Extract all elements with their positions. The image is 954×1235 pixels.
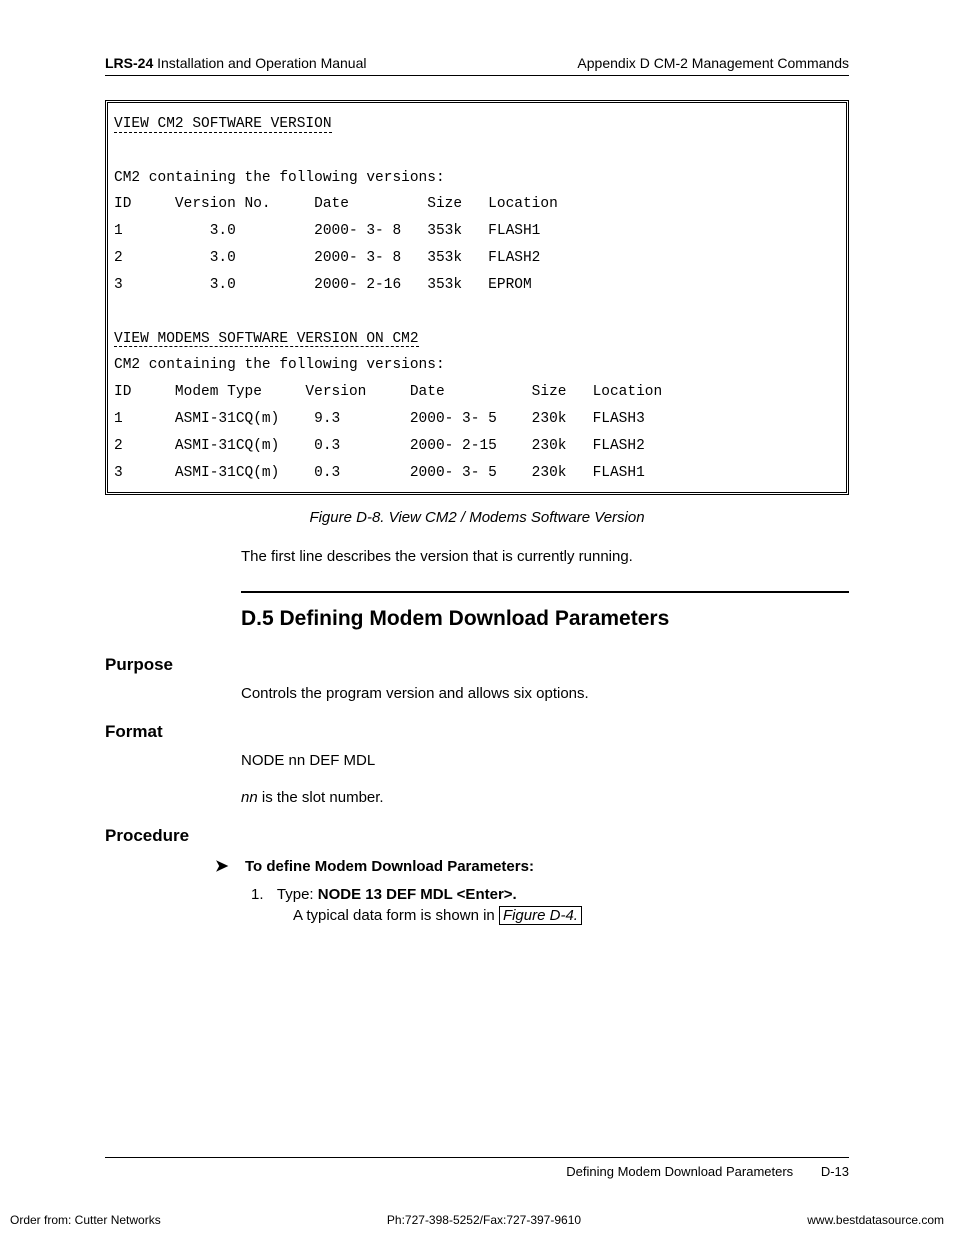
format-command: NODE nn DEF MDL: [241, 752, 849, 769]
vendor-center: Ph:727-398-5252/Fax:727-397-9610: [387, 1213, 581, 1227]
footer-page-number: D-13: [821, 1164, 849, 1179]
page-footer: Defining Modem Download Parameters D-13: [105, 1157, 849, 1179]
footer-section-label: Defining Modem Download Parameters: [566, 1164, 793, 1179]
figure-reference-link[interactable]: Figure D-4.: [499, 906, 582, 925]
header-right: Appendix D CM-2 Management Commands: [577, 55, 849, 71]
terminal-table1-row: 1 3.0 2000- 3- 8 353k FLASH1: [114, 223, 540, 239]
format-note: nn is the slot number.: [241, 789, 849, 806]
procedure-lead-text: To define Modem Download Parameters:: [245, 858, 534, 875]
header-left: LRS-24 Installation and Operation Manual: [105, 55, 366, 71]
header-product: LRS-24: [105, 55, 153, 71]
procedure-lead: ➤ To define Modem Download Parameters:: [215, 856, 849, 876]
terminal-table2-row: 1 ASMI-31CQ(m) 9.3 2000- 3- 5 230k FLASH…: [114, 411, 645, 427]
terminal-table1-row: 3 3.0 2000- 2-16 353k EPROM: [114, 277, 532, 293]
terminal-heading-2: VIEW MODEMS SOFTWARE VERSION ON CM2: [114, 332, 419, 348]
procedure-block: ➤ To define Modem Download Parameters: 1…: [215, 856, 849, 924]
purpose-heading: Purpose: [105, 655, 849, 675]
terminal-table2-row: 2 ASMI-31CQ(m) 0.3 2000- 2-15 230k FLASH…: [114, 438, 645, 454]
terminal-output-box: VIEW CM2 SOFTWARE VERSION CM2 containing…: [105, 100, 849, 495]
vendor-left: Order from: Cutter Networks: [10, 1213, 161, 1227]
section-rule: [241, 591, 849, 593]
terminal-table2-header: ID Modem Type Version Date Size Location: [114, 384, 662, 400]
format-heading: Format: [105, 722, 849, 742]
arrow-icon: ➤: [215, 856, 233, 876]
terminal-intro-2: CM2 containing the following versions:: [114, 357, 445, 373]
procedure-substep: A typical data form is shown in Figure D…: [293, 907, 849, 924]
step-type-label: Type:: [277, 886, 318, 903]
running-header: LRS-24 Installation and Operation Manual…: [105, 55, 849, 76]
procedure-heading: Procedure: [105, 826, 849, 846]
purpose-text: Controls the program version and allows …: [241, 685, 849, 702]
section-title: D.5 Defining Modem Download Parameters: [241, 607, 849, 631]
substep-text: A typical data form is shown in: [293, 907, 499, 924]
step-number: 1.: [251, 886, 273, 903]
figure-followup-text: The first line describes the version tha…: [241, 548, 849, 565]
header-doc-title: Installation and Operation Manual: [153, 55, 366, 71]
vendor-right: www.bestdatasource.com: [807, 1213, 944, 1227]
terminal-table1-header: ID Version No. Date Size Location: [114, 196, 558, 212]
procedure-step: 1. Type: NODE 13 DEF MDL <Enter>. A typi…: [251, 886, 849, 924]
figure-caption: Figure D-8. View CM2 / Modems Software V…: [105, 509, 849, 526]
format-note-var: nn: [241, 789, 258, 806]
terminal-table1-row: 2 3.0 2000- 3- 8 353k FLASH2: [114, 250, 540, 266]
format-note-rest: is the slot number.: [258, 789, 384, 806]
vendor-footer: Order from: Cutter Networks Ph:727-398-5…: [0, 1213, 954, 1227]
terminal-intro-1: CM2 containing the following versions:: [114, 170, 445, 186]
step-command: NODE 13 DEF MDL <Enter>.: [318, 886, 517, 903]
terminal-table2-row: 3 ASMI-31CQ(m) 0.3 2000- 3- 5 230k FLASH…: [114, 465, 645, 481]
terminal-heading-1: VIEW CM2 SOFTWARE VERSION: [114, 117, 332, 133]
